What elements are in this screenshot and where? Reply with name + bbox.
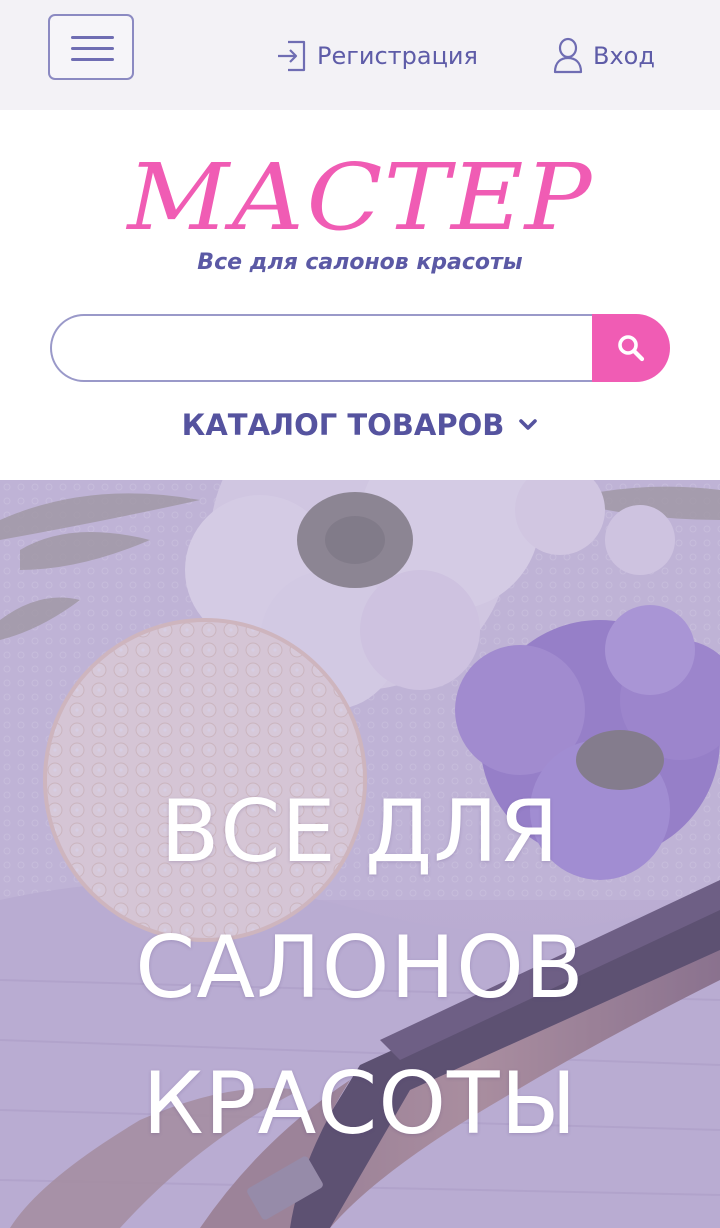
catalog-dropdown[interactable]: КАТАЛОГ ТОВАРОВ <box>0 408 720 442</box>
site-tagline: Все для салонов красоты <box>197 250 523 275</box>
hero-title-line: КРАСОТЫ <box>142 1054 578 1154</box>
page: Регистрация Вход МАСТЕР Все для салонов … <box>0 0 720 1228</box>
search-bar <box>50 314 670 382</box>
menu-icon-line <box>71 36 114 39</box>
top-bar: Регистрация Вход <box>0 0 720 110</box>
hero-banner[interactable]: ВСЕ ДЛЯ САЛОНОВ КРАСОТЫ <box>0 480 720 1228</box>
login-link[interactable]: Вход <box>552 36 655 76</box>
search-button[interactable] <box>592 314 670 382</box>
site-logo[interactable]: МАСТЕР <box>0 148 720 248</box>
hero-title-line: ВСЕ ДЛЯ <box>160 782 560 882</box>
chevron-down-icon <box>519 419 538 430</box>
menu-icon-line <box>71 58 114 61</box>
search-input[interactable] <box>50 314 610 382</box>
user-icon <box>553 37 583 74</box>
register-label: Регистрация <box>317 42 478 70</box>
menu-button[interactable] <box>48 14 134 80</box>
register-icon <box>278 40 306 72</box>
menu-icon-line <box>71 47 114 50</box>
search-icon <box>618 335 645 362</box>
register-link[interactable]: Регистрация <box>276 36 478 76</box>
hero-title-line: САЛОНОВ <box>135 918 585 1018</box>
catalog-label: КАТАЛОГ ТОВАРОВ <box>181 408 505 442</box>
login-label: Вход <box>593 42 655 70</box>
